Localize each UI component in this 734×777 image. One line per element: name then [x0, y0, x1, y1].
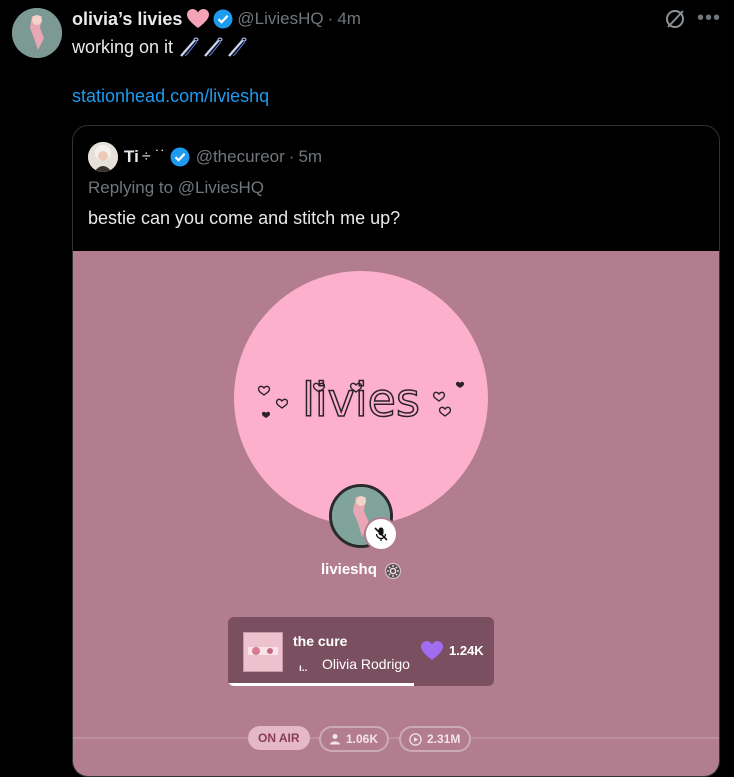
plays-pill: 2.31M — [399, 726, 472, 752]
more-options-icon[interactable]: ••• — [697, 8, 720, 29]
stationhead-link[interactable]: stationhead.com/livieshq — [72, 86, 269, 107]
album-art — [243, 632, 283, 672]
listener-count: 1.06K — [346, 732, 379, 746]
stationhead-media[interactable]: livies livieshq the cure ı.. Olivia Rodr… — [73, 251, 719, 776]
divider — [73, 737, 719, 739]
tweet-header: olivia’s livies @LiviesHQ · 4m — [72, 8, 361, 30]
pink-heart-icon — [187, 9, 210, 29]
quoted-header: Ti ÷ ˙˙ @thecureor · 5m — [124, 146, 322, 168]
host-name[interactable]: livieshq — [321, 561, 377, 578]
separator-dot: · — [288, 147, 295, 166]
display-name[interactable]: olivia’s livies — [72, 9, 182, 30]
needle-icon — [180, 37, 199, 57]
replying-to: Replying to @LiviesHQ — [88, 178, 264, 197]
grok-icon[interactable] — [664, 8, 686, 30]
logo-text: livies — [302, 373, 420, 427]
quoted-avatar[interactable] — [88, 142, 118, 172]
name-symbols: ÷ ˙˙ — [141, 148, 166, 165]
quoted-tweet-card[interactable]: Ti ÷ ˙˙ @thecureor · 5m Replying to @Liv… — [72, 125, 720, 777]
quoted-timestamp[interactable]: 5m — [298, 147, 322, 167]
person-icon — [330, 734, 340, 745]
separator-dot: · — [327, 9, 334, 28]
station-stats: ON AIR 1.06K 2.31M — [73, 724, 719, 752]
avatar[interactable] — [12, 8, 62, 58]
equalizer-icon: ı.. — [299, 663, 308, 674]
needle-emojis — [179, 36, 249, 58]
needle-icon — [204, 37, 223, 57]
on-air-badge: ON AIR — [248, 726, 310, 750]
gear-badge-icon — [384, 562, 402, 580]
like-count: 1.24K — [449, 643, 484, 658]
quoted-text: bestie can you come and stitch me up? — [88, 208, 401, 228]
verified-badge-icon[interactable] — [170, 147, 190, 167]
quoted-handle[interactable]: @thecureor — [196, 147, 285, 167]
play-count: 2.31M — [427, 732, 461, 746]
play-circle-icon — [409, 732, 422, 746]
track-progress — [228, 683, 415, 686]
timestamp[interactable]: 4m — [337, 9, 361, 29]
tweet-text: working on it — [72, 36, 249, 58]
tweet-body: working on it — [72, 36, 174, 57]
needle-icon — [228, 37, 247, 57]
now-playing-card[interactable]: the cure ı.. Olivia Rodrigo 1.24K — [228, 617, 494, 686]
track-title: the cure — [293, 633, 348, 649]
handle[interactable]: @LiviesHQ — [237, 9, 323, 29]
verified-badge-icon[interactable] — [213, 9, 233, 29]
muted-mic-icon — [364, 517, 398, 551]
heart-like-icon[interactable] — [421, 641, 443, 661]
listeners-pill: 1.06K — [319, 726, 390, 752]
quoted-display-name[interactable]: Ti — [124, 147, 139, 167]
track-artist: Olivia Rodrigo — [322, 656, 410, 672]
